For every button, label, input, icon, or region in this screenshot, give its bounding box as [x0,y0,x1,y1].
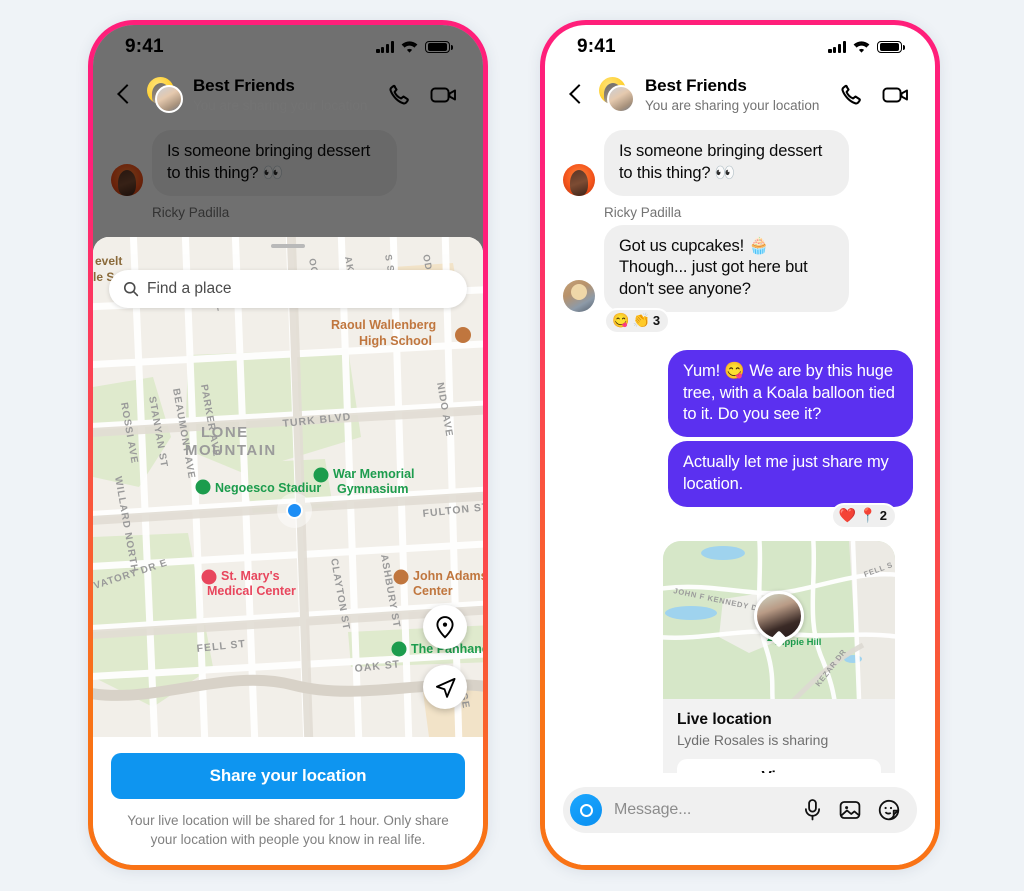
reaction-emoji: ❤️ [838,507,857,524]
blue-location-dot [286,502,303,519]
status-icons [828,40,905,54]
svg-text:Raoul Wallenberg: Raoul Wallenberg [331,318,436,332]
svg-text:War Memorial: War Memorial [333,467,415,481]
svg-text:evelt: evelt [95,254,122,268]
composer-icons [802,798,901,822]
chat-header: Best Friends You are sharing your locati… [93,69,483,124]
reaction-pill[interactable]: ❤️ 📍 2 [830,502,897,529]
battery-full-icon [425,40,453,54]
message-sender-label: Ricky Padilla [604,204,682,220]
phone-screen-right: 9:41 Best Friends You are sharing your l… [545,25,935,865]
svg-text:High School: High School [359,334,432,348]
message-list: Is someone bringing dessert to this thin… [93,124,483,220]
svg-text:John Adams: John Adams [413,569,483,583]
header-text: Best Friends You are sharing your locati… [193,76,377,114]
svg-text:Negoesco Stadiur: Negoesco Stadiur [215,481,321,495]
phone-call-icon[interactable] [387,82,413,108]
video-camera-icon[interactable] [429,82,459,108]
live-location-card[interactable]: JOHN F KENNEDY DR FELL S KEZAR DR Hippie… [663,540,895,809]
status-icons [376,40,453,54]
phone-screen-left: 9:41 Best Friends You are sharing your l… [93,25,483,865]
message-bubble[interactable]: Actually let me just share my location. [668,441,913,507]
reaction-emoji: 👏 [632,312,650,329]
sheet-drag-handle[interactable] [271,244,305,248]
map-canvas[interactable]: evelt le S Raoul Wallenberg High School … [93,237,483,737]
map-pin-icon[interactable] [423,605,467,649]
message-bubble[interactable]: Got us cupcakes! 🧁 Though... just got he… [604,224,849,312]
cellular-bars-icon [376,41,394,53]
wifi-icon [401,40,418,53]
location-sheet: evelt le S Raoul Wallenberg High School … [93,237,483,865]
live-location-title: Live location [677,710,772,728]
microphone-icon[interactable] [802,798,823,822]
message-composer: Message... [545,773,935,865]
message-input[interactable]: Message... [563,787,917,833]
message-bubble[interactable]: Is someone bringing dessert to this thin… [604,129,849,196]
svg-text:MOUNTAIN: MOUNTAIN [185,442,277,459]
share-disclaimer: Your live location will be shared for 1 … [127,813,449,848]
cellular-bars-icon [828,41,846,53]
reaction-count: 2 [879,508,887,524]
svg-text:Center: Center [413,584,453,598]
sheet-footer: Share your location Your live location w… [93,737,483,865]
search-icon [123,281,139,297]
message-row: Got us cupcakes! 🧁 Though... just got he… [563,224,913,312]
reaction-wrap: 😋 👏 3 [563,307,913,336]
chat-subtitle: You are sharing your location [193,98,368,114]
share-location-button[interactable]: Share your location [111,753,465,799]
message-row: Yum! 😋 We are by this huge tree, with a … [563,349,913,438]
back-chevron-icon[interactable] [111,82,137,108]
reaction-pill[interactable]: 😋 👏 3 [604,307,671,334]
phone-call-icon[interactable] [839,82,865,108]
navigate-arrow-icon[interactable] [423,665,467,709]
status-time: 9:41 [577,36,616,57]
status-time: 9:41 [125,36,164,57]
search-input[interactable]: Find a place [109,270,467,308]
reaction-emoji: 📍 [859,507,877,524]
chat-title: Best Friends [193,76,295,95]
message-row: Is someone bringing dessert to this thin… [563,129,913,196]
sticker-icon[interactable] [877,798,901,822]
reaction-wrap: ❤️ 📍 2 [563,502,913,531]
avatar[interactable] [563,163,595,196]
group-avatar[interactable] [599,76,635,113]
header-actions [387,82,459,108]
phone-mockup-right: 9:41 Best Friends You are sharing your l… [540,20,940,870]
message-placeholder: Message... [614,801,692,818]
chat-header: Best Friends You are sharing your locati… [545,69,935,124]
screenshot-stage: 9:41 Best Friends You are sharing your l… [0,0,1024,891]
wifi-icon [853,40,870,53]
message-bubble[interactable]: Is someone bringing dessert to this thin… [152,129,397,196]
chat-title: Best Friends [645,76,747,95]
message-row: Is someone bringing dessert to this thin… [111,129,461,196]
svg-text:St. Mary's: St. Mary's [221,569,280,583]
back-chevron-icon[interactable] [563,82,589,108]
group-avatar[interactable] [147,76,183,113]
live-location-subtitle: Lydie Rosales is sharing [677,731,829,748]
search-placeholder: Find a place [147,280,232,297]
battery-full-icon [877,40,905,54]
reaction-count: 3 [652,313,661,329]
map-graphic: evelt le S Raoul Wallenberg High School … [93,237,483,737]
chat-subtitle: You are sharing your location [645,98,820,114]
photo-gallery-icon[interactable] [838,798,862,822]
avatar[interactable] [563,279,595,312]
message-bubble[interactable]: Yum! 😋 We are by this huge tree, with a … [668,349,913,438]
status-bar: 9:41 [545,25,935,69]
message-row: Actually let me just share my location. [563,441,913,507]
svg-text:Medical Center: Medical Center [207,584,296,598]
avatar-live-location [754,591,804,642]
header-text: Best Friends You are sharing your locati… [645,76,829,114]
svg-text:Gymnasium: Gymnasium [337,482,409,496]
header-actions [839,82,911,108]
message-sender-label: Ricky Padilla [152,204,230,220]
video-camera-icon[interactable] [881,82,911,108]
avatar[interactable] [111,163,143,196]
message-list: Is someone bringing dessert to this thin… [545,124,935,809]
camera-icon[interactable] [570,794,602,826]
phone-mockup-left: 9:41 Best Friends You are sharing your l… [88,20,488,870]
reaction-emoji: 😋 [612,312,630,329]
live-location-map[interactable]: JOHN F KENNEDY DR FELL S KEZAR DR Hippie… [663,540,895,699]
status-bar: 9:41 [93,25,483,69]
